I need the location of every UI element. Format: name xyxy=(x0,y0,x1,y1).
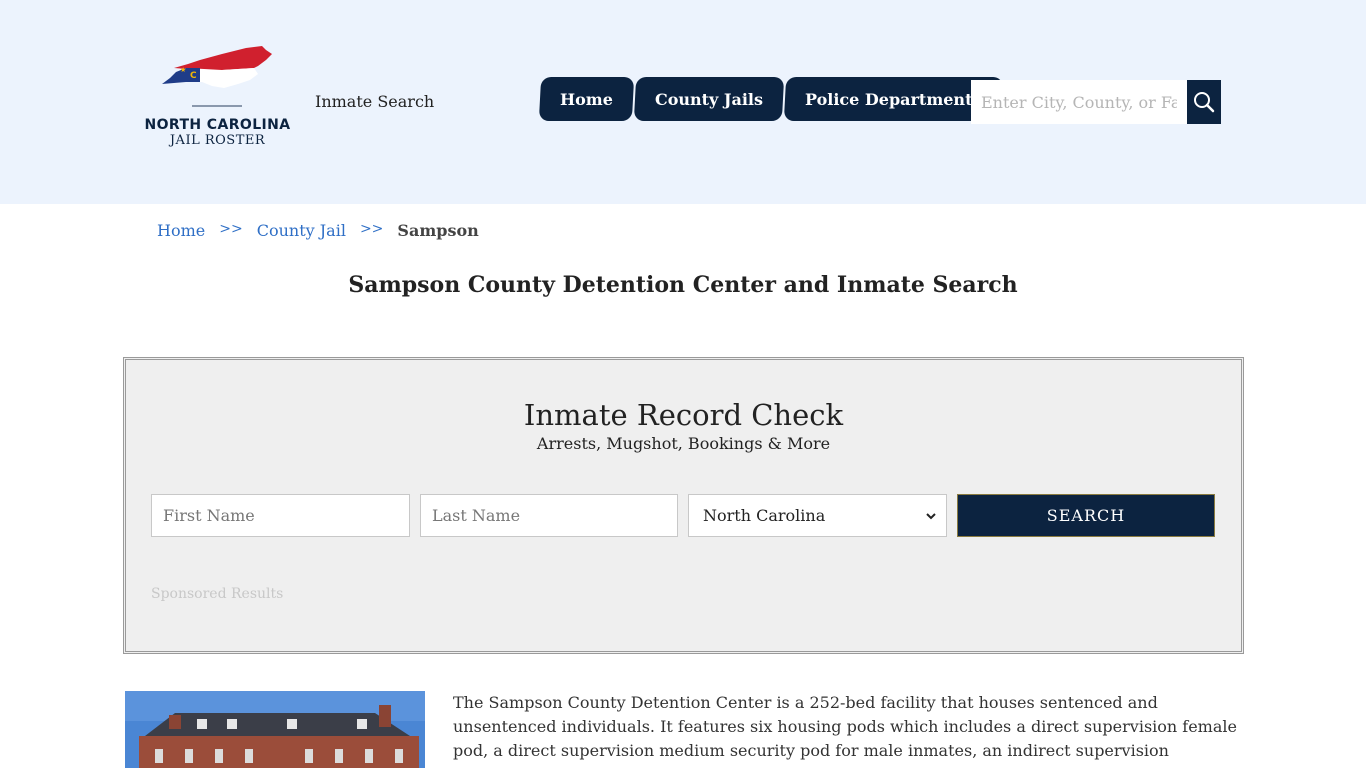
chevron-down-icon xyxy=(926,512,936,519)
state-select-value: North Carolina xyxy=(703,506,826,525)
north-carolina-map-icon: C ★ xyxy=(162,46,272,88)
inmate-search-link[interactable]: Inmate Search xyxy=(315,92,434,111)
state-select[interactable]: North Carolina xyxy=(688,494,947,537)
breadcrumb-home[interactable]: Home xyxy=(157,221,205,240)
facility-description: The Sampson County Detention Center is a… xyxy=(453,693,1237,768)
site-search-input[interactable] xyxy=(971,80,1187,124)
building-image xyxy=(125,691,425,768)
main-nav: Home County Jails Police Departments xyxy=(538,77,1003,121)
site-search xyxy=(971,80,1221,124)
nav-police-departments[interactable]: Police Departments xyxy=(783,77,1003,121)
nav-home-label: Home xyxy=(560,89,613,109)
logo-text: NORTH CAROLINA JAIL ROSTER xyxy=(140,117,295,149)
logo-line-2: JAIL ROSTER xyxy=(169,133,266,148)
breadcrumb: Home >> County Jail >> Sampson xyxy=(157,221,479,240)
nav-home[interactable]: Home xyxy=(538,77,635,121)
site-header: C ★ NORTH CAROLINA JAIL ROSTER Inmate Se… xyxy=(0,0,1366,204)
record-check-title: Inmate Record Check xyxy=(523,398,844,432)
breadcrumb-county-jail[interactable]: County Jail xyxy=(257,221,346,240)
logo-divider xyxy=(192,105,242,107)
nav-county-jails[interactable]: County Jails xyxy=(633,77,785,121)
breadcrumb-separator: >> xyxy=(219,221,243,237)
record-search-button[interactable]: SEARCH xyxy=(957,494,1215,537)
search-icon xyxy=(1194,92,1215,113)
nav-police-departments-label: Police Departments xyxy=(804,89,982,109)
logo-line-1: NORTH CAROLINA xyxy=(144,117,291,133)
breadcrumb-current: Sampson xyxy=(397,221,479,240)
svg-text:C: C xyxy=(190,71,197,81)
nav-county-jails-label: County Jails xyxy=(654,89,763,109)
inmate-record-check-panel: Inmate Record Check Arrests, Mugshot, Bo… xyxy=(123,357,1244,654)
record-check-subtitle: Arrests, Mugshot, Bookings & More xyxy=(536,434,831,453)
first-name-field[interactable] xyxy=(151,494,410,537)
site-logo[interactable]: C ★ NORTH CAROLINA JAIL ROSTER xyxy=(140,44,295,156)
sponsored-results-label: Sponsored Results xyxy=(151,586,284,602)
breadcrumb-separator: >> xyxy=(359,221,384,237)
last-name-field[interactable] xyxy=(420,494,678,537)
site-search-button[interactable] xyxy=(1187,80,1221,124)
facility-photo xyxy=(125,691,425,768)
page-title: Sampson County Detention Center and Inma… xyxy=(348,272,1018,298)
svg-text:★: ★ xyxy=(180,66,186,74)
